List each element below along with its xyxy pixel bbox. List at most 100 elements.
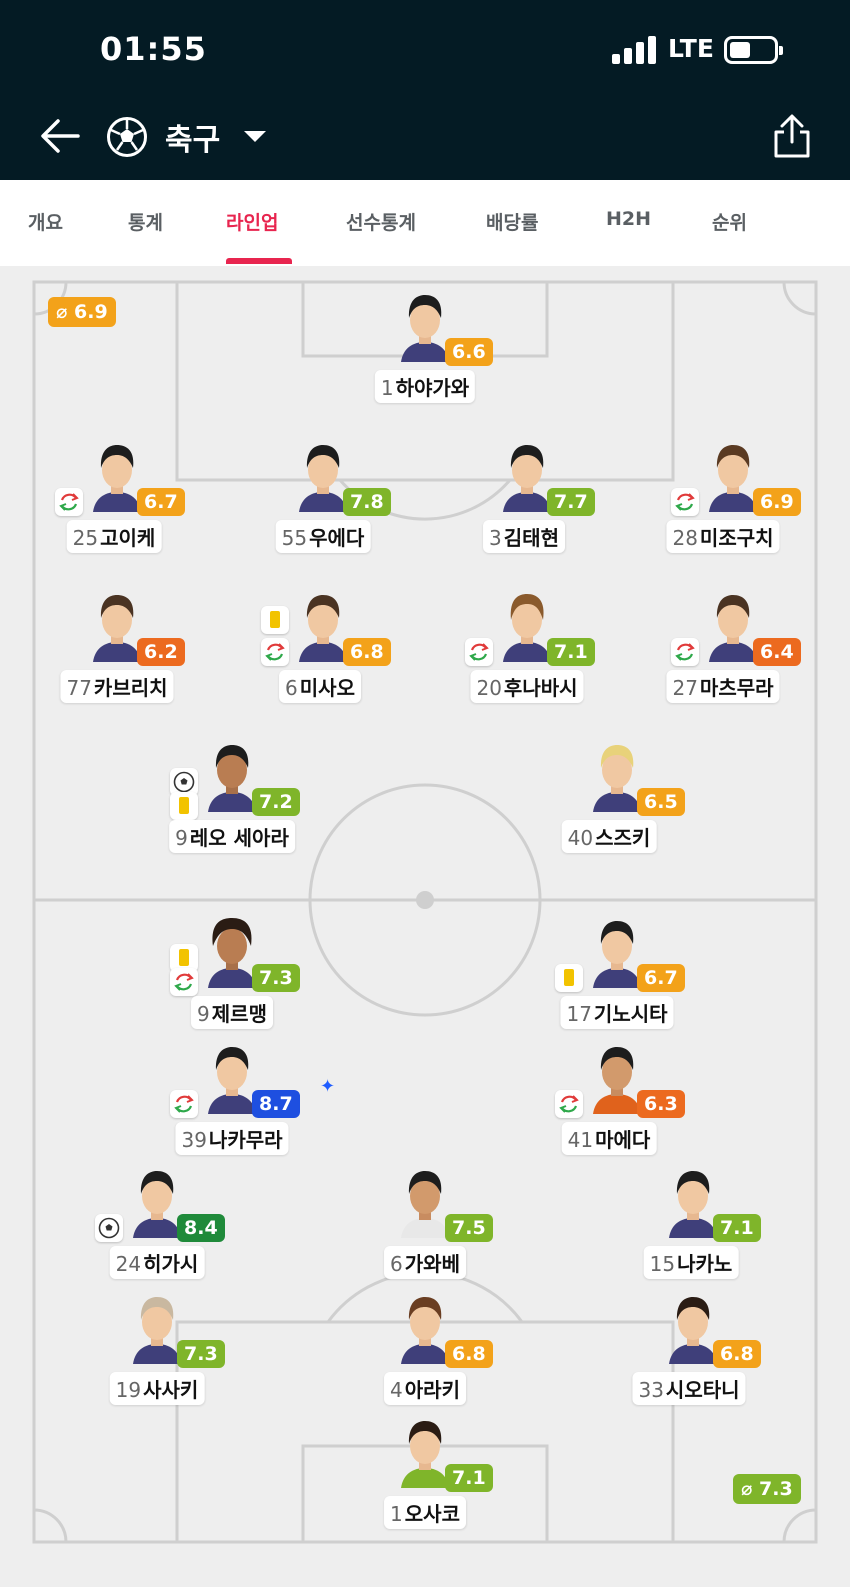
player-name: 기노시타 [593,1002,668,1026]
player-rating: 6.3 [637,1090,685,1118]
tab-stats[interactable]: 통계 [128,208,163,235]
player-rating: 7.1 [713,1214,761,1242]
player-nameplate: 1 오사코 [384,1496,466,1529]
player-number: 9 [175,826,188,850]
battery-icon [724,36,783,64]
yellow-card-icon [555,964,583,992]
player-name: 카브리치 [93,676,168,700]
player-rating: 8.7 [252,1090,300,1118]
player-rating: 6.4 [753,638,801,666]
tab-player-stats[interactable]: 선수통계 [346,208,416,235]
player-number: 4 [390,1378,403,1402]
player-rating: 8.4 [177,1214,225,1242]
tab-h2h[interactable]: H2H [606,208,651,230]
player-nameplate: 27 마츠무라 [666,670,780,703]
signal-icon [612,36,658,64]
player-number: 9 [197,1002,210,1026]
player-number: 27 [672,676,698,700]
player-rating: 6.2 [137,638,185,666]
player-nameplate: 33 시오타니 [632,1372,746,1405]
player-number: 1 [390,1502,403,1526]
player-number: 20 [476,676,502,700]
player-nameplate: 17 기노시타 [560,996,674,1029]
substitution-icon [671,638,699,666]
player-number: 1 [380,376,394,400]
player-number: 55 [281,526,308,550]
tab-lineup[interactable]: 라인업 [226,208,278,235]
tab-odds[interactable]: 배당률 [486,208,538,235]
player-name: 마츠무라 [699,676,774,700]
player-name: 스즈키 [595,826,651,850]
player-nameplate: 40 스즈키 [561,820,657,853]
substitution-icon [261,638,289,666]
player-number: 28 [672,526,698,550]
player-name: 시오타니 [665,1378,740,1402]
player-number: 24 [115,1252,142,1276]
player-nameplate: 3 김태현 [483,520,565,553]
player-name: 나카무라 [208,1128,283,1152]
player-number: 77 [66,676,92,700]
tab-bar: 개요 통계 라인업 선수통계 배당률 H2H 순위 [0,180,850,266]
player-number: 25 [72,526,99,550]
substitution-icon [55,488,83,516]
player-name: 사사키 [143,1378,199,1402]
player-name: 나카노 [677,1252,733,1276]
player-rating: 7.1 [547,638,595,666]
player-number: 17 [566,1002,592,1026]
player-number: 39 [181,1128,207,1152]
player-name: 고이케 [100,526,156,550]
player-rating: 7.8 [343,488,391,516]
yellow-card-icon [261,606,289,634]
sport-title[interactable]: 축구 [165,115,220,159]
goal-ball-icon [95,1214,123,1242]
player-nameplate: 25 고이케 [66,520,162,553]
player-rating: 6.9 [753,488,801,516]
player-name: 히가시 [143,1252,199,1276]
soccer-ball-icon [107,117,147,157]
player-name: 오사코 [404,1502,460,1526]
player-nameplate: 4 아라키 [384,1372,466,1405]
substitution-icon [555,1090,583,1118]
player-number: 6 [285,676,298,700]
player-name: 우에다 [309,526,365,550]
status-time: 01:55 [100,30,207,68]
tab-standings[interactable]: 순위 [712,208,747,235]
player-nameplate: 77 카브리치 [60,670,174,703]
share-icon[interactable] [770,112,814,160]
player-name: 제르맹 [211,1002,267,1026]
network-label: LTE [668,34,714,63]
player-rating: 6.5 [637,788,685,816]
player-nameplate: 1 하야가와 [374,370,476,403]
away-average-rating: ⌀ 7.3 [733,1474,801,1504]
player-number: 6 [390,1252,403,1276]
player-nameplate: 6 미사오 [279,670,361,703]
player-name: 아라키 [404,1378,460,1402]
active-tab-indicator [226,258,292,264]
player-nameplate: 19 사사키 [109,1372,205,1405]
player-nameplate: 41 마에다 [561,1122,657,1155]
player-nameplate: 39 나카무라 [175,1122,289,1155]
app-root: 01:55 LTE 축구 개요 통계 라인업 선수통계 배당률 H2H 순위 ⌀… [0,0,850,1587]
player-rating: 6.8 [713,1340,761,1368]
player-rating: 6.8 [343,638,391,666]
chevron-down-icon[interactable] [244,131,266,142]
yellow-card-icon [170,792,198,820]
player-number: 3 [489,526,502,550]
substitution-icon [170,1090,198,1118]
tab-overview[interactable]: 개요 [28,208,63,235]
player-name: 레오 세아라 [189,826,289,850]
player-rating: 7.3 [252,964,300,992]
player-rating: 6.6 [445,338,493,366]
player-number: 15 [649,1252,676,1276]
player-name: 미조구치 [699,526,774,550]
arrow-left-icon[interactable] [38,114,82,158]
player-rating: 7.3 [177,1340,225,1368]
player-number: 33 [638,1378,664,1402]
player-number: 41 [567,1128,594,1152]
player-number: 40 [567,826,594,850]
sparkle-icon: ✦ [320,1076,336,1097]
pitch: ⌀ 6.9 ⌀ 7.3 6.6 1 하야가와 6.7 25 고이케 7.8 55 우에… [0,266,850,1587]
player-rating: 7.1 [445,1464,493,1492]
substitution-icon [465,638,493,666]
player-nameplate: 24 히가시 [109,1246,205,1279]
